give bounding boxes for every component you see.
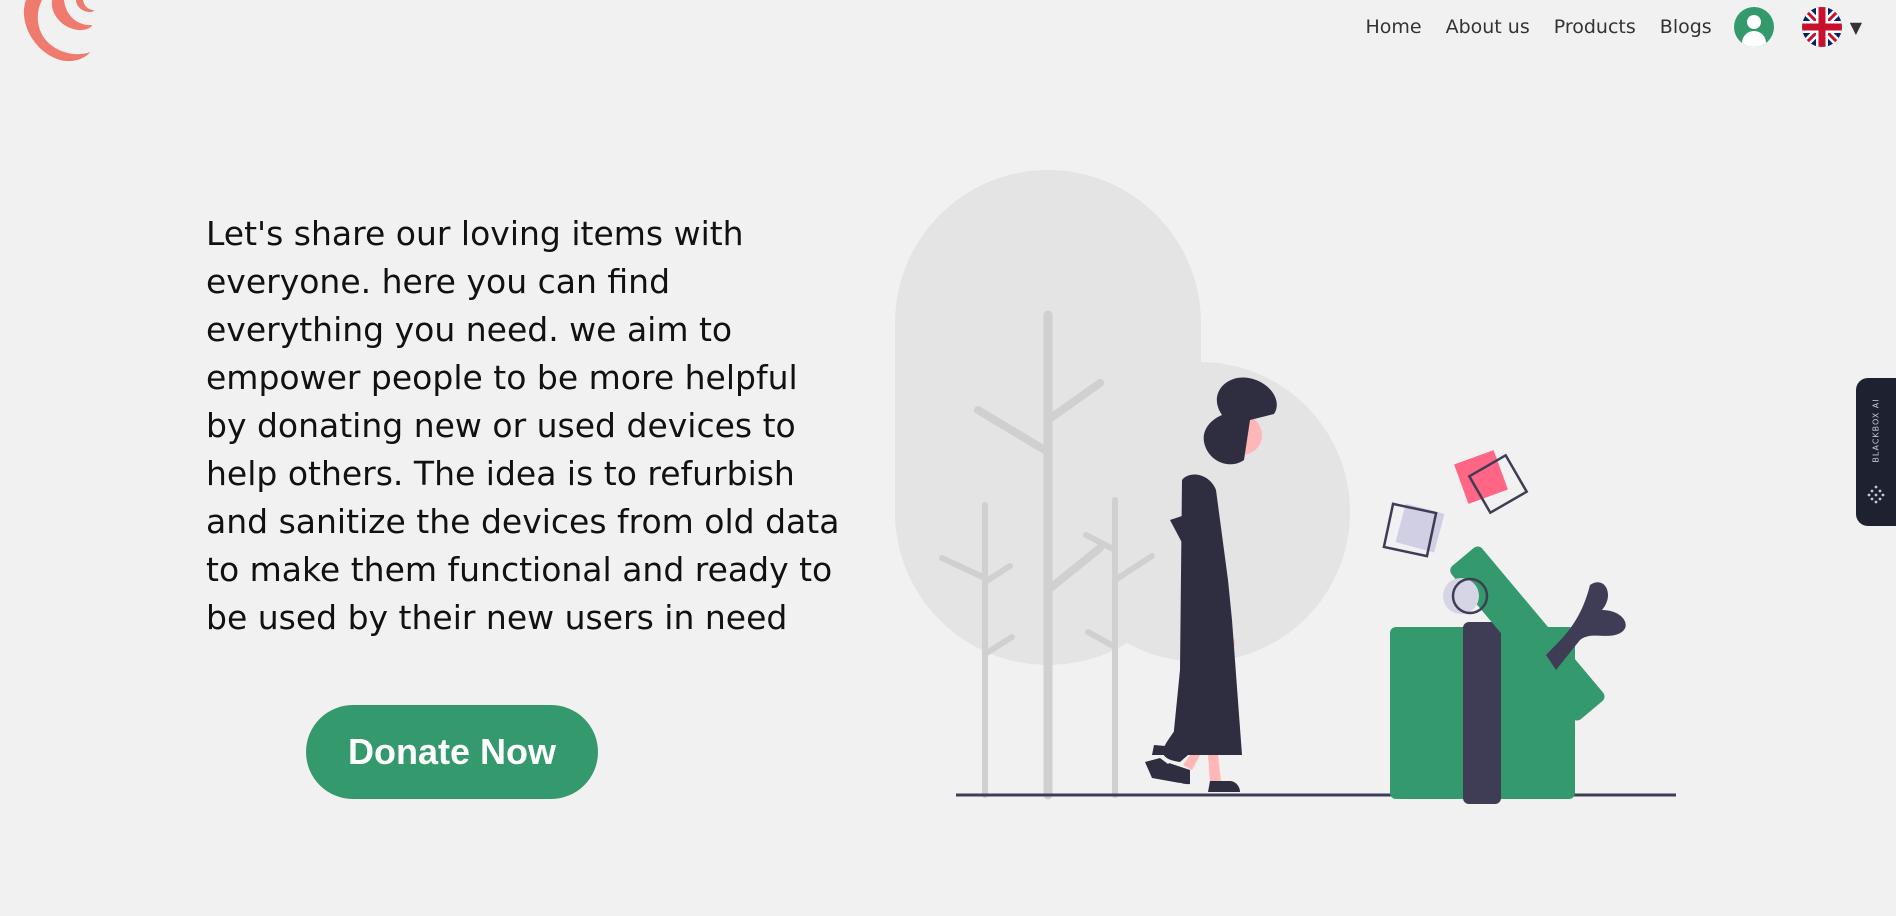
sparkle-icon: [1867, 485, 1885, 504]
hero-description: Let's share our loving items with everyo…: [206, 214, 840, 637]
avatar-body: [1741, 31, 1766, 47]
gift-box: [1390, 546, 1626, 804]
confetti-squares: [1382, 450, 1529, 558]
logo-icon[interactable]: [18, 0, 94, 64]
nav-link-home[interactable]: Home: [1365, 16, 1421, 38]
nav-link-products[interactable]: Products: [1554, 16, 1636, 38]
top-navigation: Home About us Products Blogs ▼: [1365, 0, 1896, 54]
background-trees: [895, 170, 1350, 665]
nav-link-blogs[interactable]: Blogs: [1660, 16, 1712, 38]
donate-now-button[interactable]: Donate Now: [306, 705, 598, 799]
avatar-head: [1746, 15, 1761, 29]
user-icon[interactable]: [1733, 7, 1774, 47]
caret-down-icon: ▼: [1849, 17, 1862, 37]
widget-label: BLACKBOX AI: [1871, 398, 1881, 463]
blackbox-ai-widget[interactable]: BLACKBOX AI: [1856, 378, 1896, 526]
language-selector[interactable]: ▼: [1801, 7, 1862, 47]
uk-flag-icon: [1801, 7, 1842, 47]
gift-illustration: [895, 170, 1676, 804]
nav-link-about-us[interactable]: About us: [1446, 16, 1530, 38]
